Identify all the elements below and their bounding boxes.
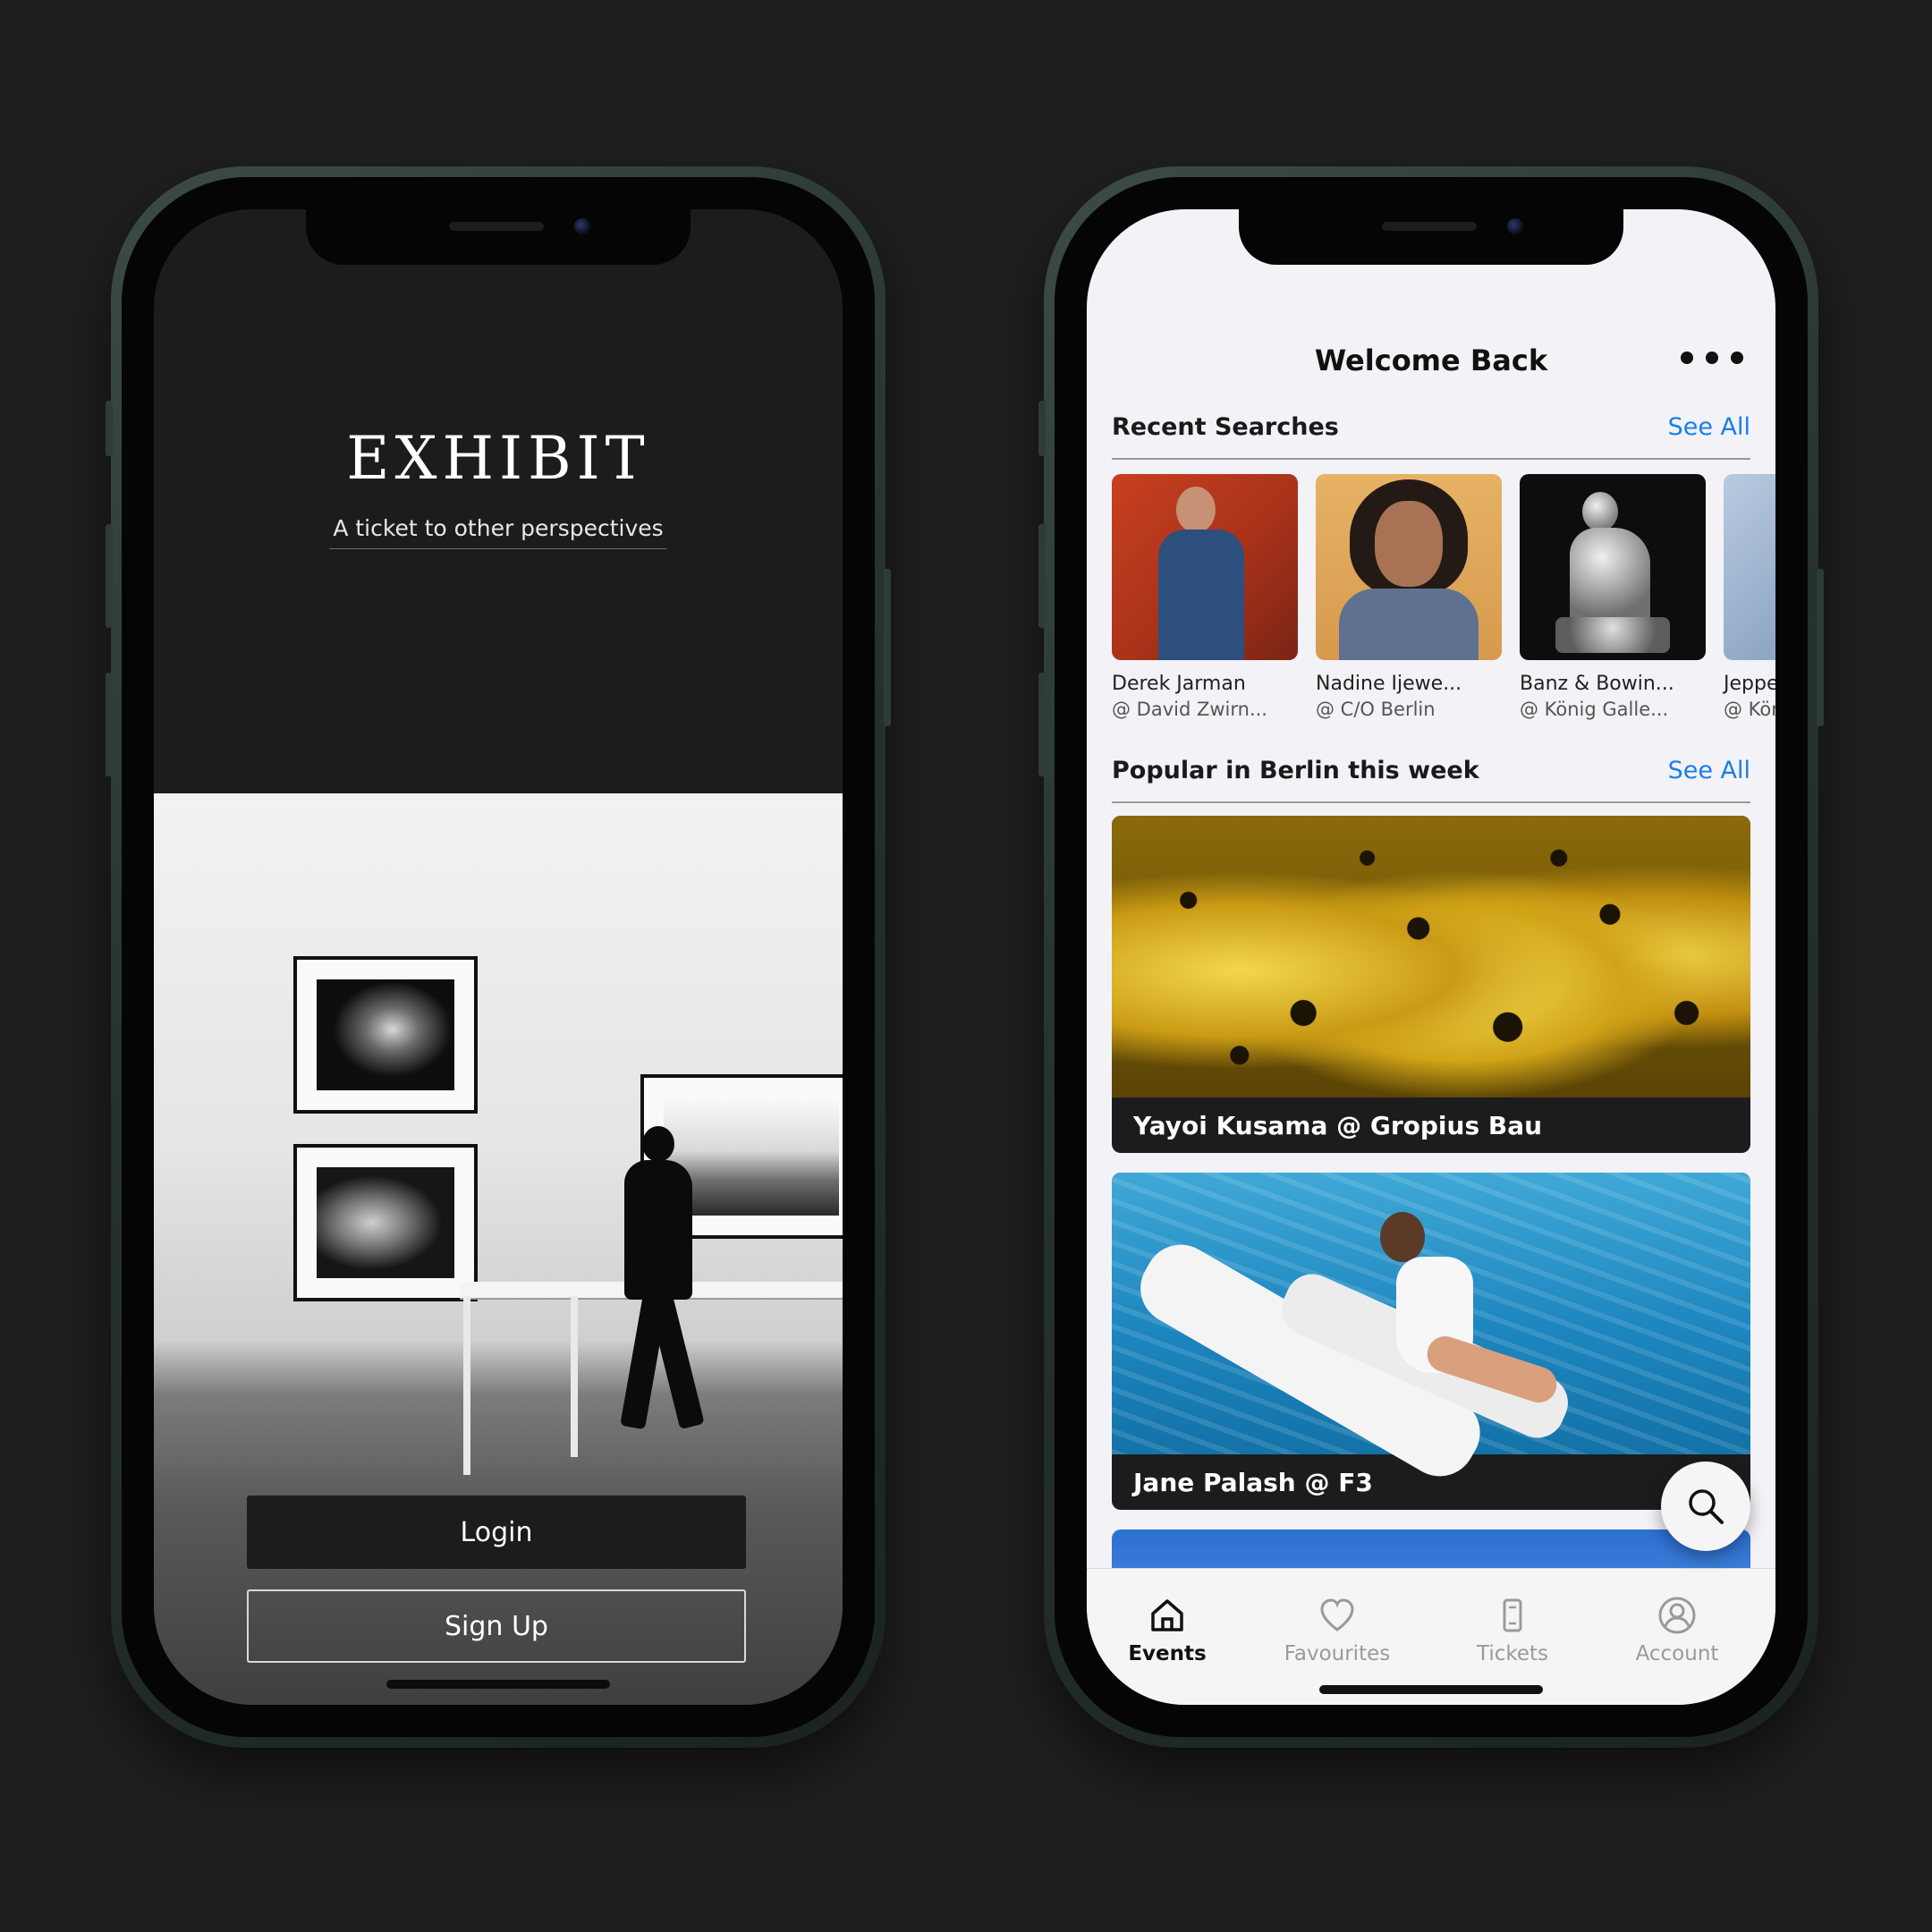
event-image-pool: [1112, 1173, 1750, 1489]
page-title: Welcome Back: [1314, 343, 1548, 377]
login-button[interactable]: Login: [247, 1496, 746, 1569]
more-horizontal-icon[interactable]: [1681, 340, 1743, 376]
event-image-kusama: [1112, 816, 1750, 1097]
framed-photo-waves: [293, 1144, 478, 1301]
section-title: Recent Searches: [1112, 413, 1339, 441]
login-screen: EXHIBIT A ticket to other perspectives L…: [154, 209, 843, 1705]
signup-button[interactable]: Sign Up: [247, 1589, 746, 1663]
recent-thumb: [1520, 474, 1706, 660]
section-title: Popular in Berlin this week: [1112, 757, 1479, 784]
volume-up-button: [1038, 524, 1046, 628]
recent-searches-header: Recent Searches See All: [1112, 413, 1750, 460]
recent-venue: @ C/O Berlin: [1316, 699, 1436, 720]
speaker: [449, 222, 544, 231]
see-all-popular-link[interactable]: See All: [1668, 757, 1750, 784]
recent-item[interactable]: Nadine Ijewe... @ C/O Berlin: [1316, 474, 1502, 720]
home-icon: [1151, 1599, 1183, 1631]
visitor-body: [624, 1160, 692, 1300]
event-card[interactable]: Yayoi Kusama @ Gropius Bau: [1112, 816, 1750, 1153]
tab-events[interactable]: Events: [1087, 1594, 1248, 1665]
recent-item[interactable]: Jeppe @ Kön: [1724, 474, 1775, 720]
table-leg: [463, 1296, 470, 1475]
event-caption: Jane Palash @ F3: [1133, 1468, 1373, 1497]
recent-item[interactable]: Derek Jarman @ David Zwirn...: [1112, 474, 1298, 720]
camera-icon: [574, 218, 590, 234]
power-button: [884, 569, 891, 726]
mute-switch: [106, 401, 113, 456]
visitor-head: [642, 1126, 674, 1162]
table-leg: [571, 1296, 578, 1457]
user-circle-icon: [1658, 1597, 1696, 1634]
recent-name: Derek Jarman: [1112, 673, 1246, 695]
recent-item[interactable]: Banz & Bowin... @ König Galle...: [1520, 474, 1706, 720]
popular-header: Popular in Berlin this week See All: [1112, 757, 1750, 803]
tab-label: Events: [1128, 1642, 1207, 1665]
home-phone: Welcome Back Recent Searches See All Der…: [1038, 166, 1824, 1748]
tab-label: Account: [1635, 1642, 1719, 1665]
home-indicator[interactable]: [386, 1680, 610, 1689]
brand-logo: EXHIBIT: [346, 424, 650, 493]
recent-thumb: [1112, 474, 1298, 660]
power-button: [1817, 569, 1824, 726]
event-caption: Yayoi Kusama @ Gropius Bau: [1133, 1111, 1543, 1140]
tab-tickets[interactable]: Tickets: [1432, 1594, 1593, 1665]
volume-down-button: [1038, 673, 1046, 776]
framed-photo-clouds: [293, 956, 478, 1114]
see-all-recent-link[interactable]: See All: [1668, 413, 1750, 441]
tab-account[interactable]: Account: [1597, 1594, 1758, 1665]
search-fab[interactable]: [1661, 1462, 1750, 1551]
recent-thumb: [1724, 474, 1775, 660]
recent-name: Jeppe: [1724, 673, 1775, 695]
recent-name: Banz & Bowin...: [1520, 673, 1674, 695]
volume-up-button: [106, 524, 113, 628]
tab-favourites[interactable]: Favourites: [1257, 1594, 1418, 1665]
tab-label: Favourites: [1284, 1642, 1391, 1665]
recent-name: Nadine Ijewe...: [1316, 673, 1462, 695]
mute-switch: [1038, 401, 1046, 456]
volume-down-button: [106, 673, 113, 776]
event-card[interactable]: Jane Palash @ F3: [1112, 1173, 1750, 1510]
recent-searches-carousel[interactable]: Derek Jarman @ David Zwirn... Nadine Ije…: [1112, 474, 1775, 733]
login-phone: EXHIBIT A ticket to other perspectives L…: [106, 166, 891, 1748]
notch: [306, 209, 691, 265]
speaker: [1382, 222, 1477, 231]
home-screen: Welcome Back Recent Searches See All Der…: [1087, 209, 1775, 1705]
camera-icon: [1507, 218, 1523, 234]
search-icon: [1689, 1489, 1724, 1524]
recent-venue: @ David Zwirn...: [1112, 699, 1267, 720]
home-indicator[interactable]: [1319, 1685, 1543, 1694]
recent-thumb: [1316, 474, 1502, 660]
tab-label: Tickets: [1476, 1642, 1549, 1665]
recent-venue: @ König Galle...: [1520, 699, 1669, 720]
notch: [1239, 209, 1623, 265]
ticket-icon: [1503, 1598, 1522, 1632]
tagline: A ticket to other perspectives: [329, 515, 667, 549]
recent-venue: @ Kön: [1724, 699, 1775, 720]
heart-icon: [1320, 1598, 1354, 1631]
